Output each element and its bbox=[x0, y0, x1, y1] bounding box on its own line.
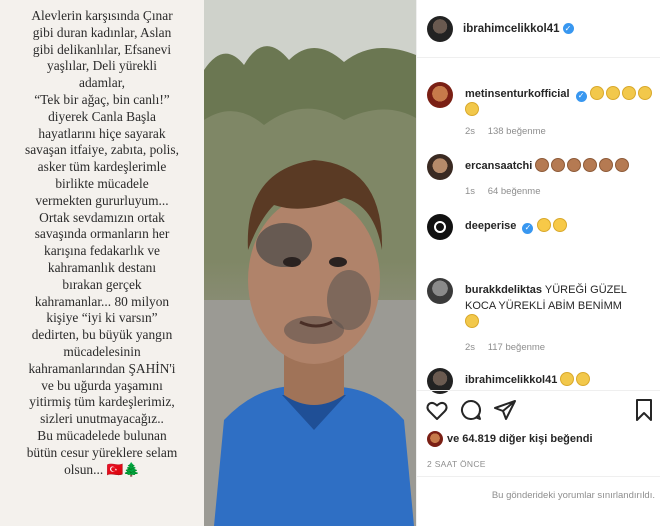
divider bbox=[417, 476, 660, 477]
comment-username[interactable]: ercansaatchi bbox=[465, 160, 532, 172]
post-actions bbox=[425, 398, 517, 424]
caption-panel: Alevlerin karşısında Çınar gibi duran ka… bbox=[0, 0, 204, 526]
firefighter-photo-illustration bbox=[204, 0, 416, 526]
clap-emoji-group bbox=[465, 314, 481, 328]
caption-text: Alevlerin karşısında Çınar gibi duran ka… bbox=[25, 8, 179, 477]
post-header: ibrahimcelikkol41 ✓ bbox=[417, 0, 660, 58]
liker-avatar bbox=[427, 431, 443, 447]
comments-restricted-notice: Bu gönderideki yorumlar sınırlandırıldı. bbox=[491, 490, 655, 501]
author-username[interactable]: ibrahimcelikkol41 bbox=[463, 23, 560, 35]
comment-likes[interactable]: 138 beğenme bbox=[488, 126, 546, 137]
comment-meta: 2s 138 beğenme bbox=[465, 126, 556, 137]
face-emoji-group bbox=[536, 218, 569, 232]
post-time: 2 SAAT ÖNCE bbox=[427, 459, 486, 469]
share-icon[interactable] bbox=[493, 398, 517, 422]
comment-time: 2s bbox=[465, 342, 476, 353]
comment-username[interactable]: ibrahimcelikkol41 bbox=[465, 374, 557, 386]
comment-avatar[interactable] bbox=[427, 278, 453, 304]
comment-meta: 2s 117 beğenme bbox=[465, 342, 555, 353]
comment-username[interactable]: metinsenturkofficial bbox=[465, 88, 570, 100]
comment-icon[interactable] bbox=[459, 398, 483, 422]
comment-time: 1s bbox=[465, 186, 476, 197]
comment-meta: 1s 64 beğenme bbox=[465, 186, 551, 197]
comment-avatar[interactable] bbox=[427, 214, 453, 240]
comment-body: burakkdeliktas YÜREĞİ GÜZEL KOCA YÜREKLİ… bbox=[465, 282, 655, 330]
comment-body: metinsenturkofficial ✓ bbox=[465, 86, 655, 118]
comment-avatar[interactable] bbox=[427, 154, 453, 180]
comment-body: deeperise ✓ bbox=[465, 218, 655, 234]
likes-count[interactable]: ve 64.819 diğer kişi beğendi bbox=[447, 433, 593, 445]
comment-body: ibrahimcelikkol41 bbox=[465, 372, 655, 388]
clap-emoji-group bbox=[535, 158, 631, 172]
divider bbox=[417, 390, 660, 391]
likes-row[interactable]: ve 64.819 diğer kişi beğendi bbox=[427, 431, 593, 447]
comment-body: ercansaatchi bbox=[465, 158, 655, 174]
pray-emoji-group bbox=[560, 372, 592, 386]
verified-icon: ✓ bbox=[575, 90, 587, 102]
author-avatar[interactable] bbox=[427, 15, 453, 42]
comment-username[interactable]: deeperise bbox=[465, 220, 516, 232]
verified-icon: ✓ bbox=[562, 23, 574, 34]
instagram-panel: ibrahimcelikkol41 ✓ metinsenturkofficial… bbox=[416, 0, 660, 526]
comment-likes[interactable]: 117 beğenme bbox=[488, 342, 545, 353]
comment-avatar[interactable] bbox=[427, 82, 453, 108]
comment-likes[interactable]: 64 beğenme bbox=[488, 186, 541, 197]
post-photo[interactable] bbox=[204, 0, 416, 526]
comment-username[interactable]: burakkdeliktas bbox=[465, 284, 542, 296]
heart-icon[interactable] bbox=[425, 398, 449, 422]
verified-icon: ✓ bbox=[522, 222, 534, 234]
bookmark-icon[interactable] bbox=[633, 398, 655, 422]
comment-time: 2s bbox=[465, 126, 476, 137]
